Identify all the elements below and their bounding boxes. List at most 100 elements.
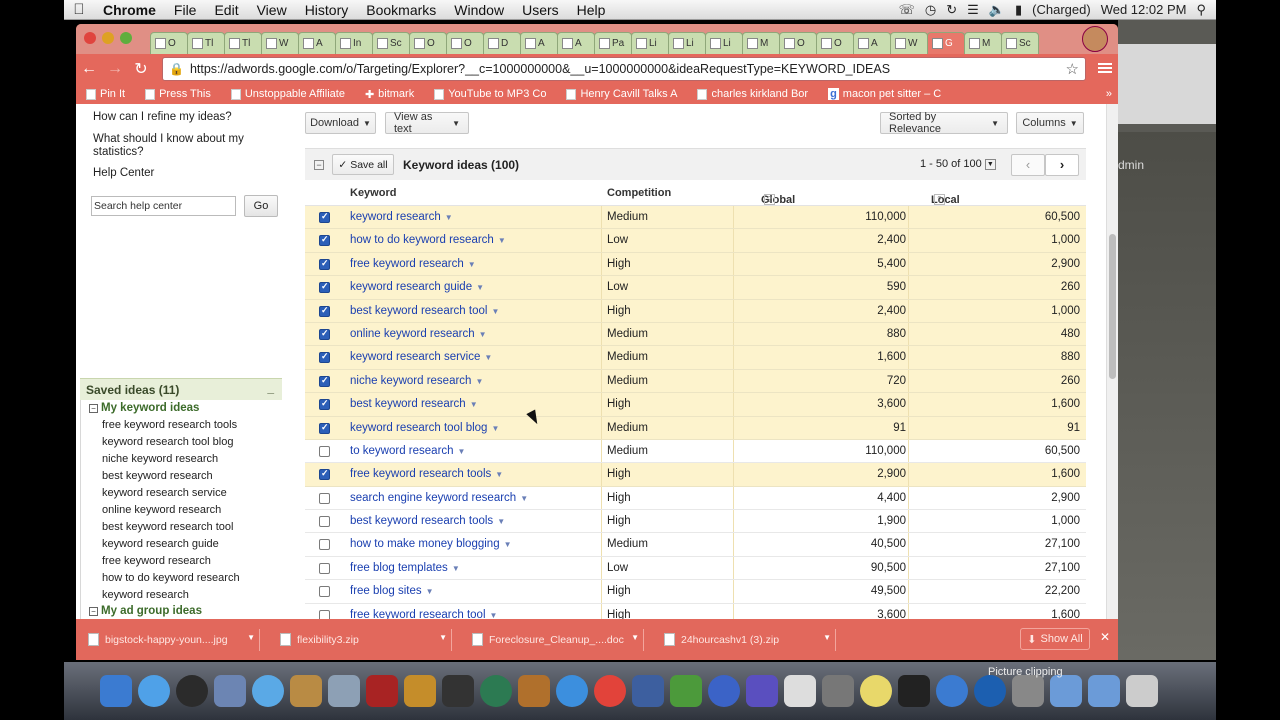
chevron-down-icon[interactable]: ▼ [458, 447, 466, 456]
row-checkbox[interactable] [319, 305, 330, 317]
battery-status[interactable]: (Charged) [1032, 2, 1091, 17]
saved-keyword-item[interactable]: best keyword research [102, 470, 213, 482]
browser-tab[interactable]: In [335, 32, 373, 54]
address-book-icon[interactable] [290, 675, 322, 707]
chevron-down-icon[interactable]: ▼ [247, 633, 255, 642]
browser-tab[interactable]: Sc [1001, 32, 1039, 54]
keyword-link[interactable]: free blog sites ▼ [350, 585, 434, 597]
browser-tab[interactable]: A [520, 32, 558, 54]
bookmark-bitmark[interactable]: ✚ bitmark [355, 88, 424, 101]
keyword-link[interactable]: online keyword research ▼ [350, 328, 487, 340]
reload-icon[interactable]: ↻ [128, 59, 154, 79]
saved-ideas-header[interactable]: Saved ideas (11) _ [80, 378, 282, 400]
browser-tab[interactable]: Sc [372, 32, 410, 54]
chevron-down-icon[interactable]: ▼ [445, 213, 453, 222]
chevron-down-icon[interactable]: ▼ [475, 377, 483, 386]
columns-button[interactable]: Columns ▼ [1016, 112, 1084, 134]
imovie-icon[interactable] [442, 675, 474, 707]
row-checkbox[interactable] [319, 468, 330, 481]
picture-clipping-icon[interactable] [1012, 675, 1044, 707]
spotlight-icon[interactable]: ⚲ [1196, 2, 1206, 18]
download-item[interactable]: flexibility3.zip ▼ [274, 628, 452, 651]
keyword-link[interactable]: best keyword research ▼ [350, 398, 478, 410]
saved-keyword-item[interactable]: niche keyword research [102, 453, 218, 465]
itunes-icon[interactable] [708, 675, 740, 707]
iphoto-icon[interactable] [404, 675, 436, 707]
chevron-down-icon[interactable]: ▼ [504, 540, 512, 549]
browser-tab[interactable]: A [557, 32, 595, 54]
chevron-down-icon[interactable]: ▼ [631, 633, 639, 642]
browser-tab[interactable]: O [779, 32, 817, 54]
scrollbar-thumb[interactable] [1109, 234, 1116, 379]
chevron-down-icon[interactable]: ▼ [520, 494, 528, 503]
mail-icon[interactable] [328, 675, 360, 707]
chrome-icon[interactable] [594, 675, 626, 707]
time-machine-icon[interactable]: ◷ [925, 2, 936, 18]
close-icon[interactable]: ✕ [1100, 630, 1110, 644]
next-page-button[interactable]: › [1045, 154, 1079, 176]
row-checkbox[interactable] [319, 234, 330, 247]
chevron-down-icon[interactable]: ▼ [484, 353, 492, 362]
help-center-link[interactable]: Help Center [93, 167, 154, 180]
preview-icon[interactable] [214, 675, 246, 707]
row-checkbox[interactable] [319, 351, 330, 364]
menu-edit[interactable]: Edit [205, 2, 247, 18]
browser-tab[interactable]: M [964, 32, 1002, 54]
chrome-menu-icon[interactable] [1098, 61, 1112, 75]
zoom-window-button[interactable] [120, 32, 132, 44]
collapse-icon[interactable]: − [89, 606, 98, 616]
back-arrow-icon[interactable]: ← [76, 60, 102, 78]
word-icon[interactable] [632, 675, 664, 707]
help-search-input[interactable]: Search help center [91, 196, 236, 216]
saved-keyword-item[interactable]: free keyword research [102, 555, 211, 567]
browser-tab[interactable]: G [927, 32, 965, 54]
download-item[interactable]: 24hourcashv1 (3).zip ▼ [658, 628, 836, 651]
browser-tab[interactable]: O [150, 32, 188, 54]
dashboard-icon[interactable] [176, 675, 208, 707]
minimize-icon[interactable]: _ [267, 381, 274, 395]
keyword-link[interactable]: niche keyword research ▼ [350, 375, 483, 387]
chevron-down-icon[interactable]: ▼ [426, 587, 434, 596]
bookmark-youtube-mp3[interactable]: YouTube to MP3 Co [424, 88, 556, 100]
keyword-link[interactable]: how to do keyword research ▼ [350, 234, 506, 246]
download-item[interactable]: bigstock-happy-youn....jpg ▼ [82, 628, 260, 651]
page-scrollbar[interactable] [1106, 104, 1118, 619]
browser-tab[interactable]: W [261, 32, 299, 54]
bookmark-press-this[interactable]: Press This [135, 88, 221, 100]
browser-tab[interactable]: M [742, 32, 780, 54]
minimize-window-button[interactable] [102, 32, 114, 44]
keyword-link[interactable]: free keyword research tool ▼ [350, 609, 497, 619]
system-preferences-icon[interactable] [822, 675, 854, 707]
sort-dropdown[interactable]: Sorted by Relevance ▼ [880, 111, 1008, 135]
row-checkbox[interactable] [319, 375, 330, 387]
saved-keyword-item[interactable]: online keyword research [102, 504, 221, 516]
browser-tab[interactable]: O [409, 32, 447, 54]
row-checkbox[interactable] [319, 562, 330, 574]
help-go-button[interactable]: Go [244, 195, 278, 217]
bookmark-macon-pet-sitter[interactable]: g macon pet sitter – C [818, 88, 951, 100]
quicktime-icon[interactable] [974, 675, 1006, 707]
apple-icon[interactable]:  [64, 1, 94, 18]
download-item[interactable]: Foreclosure_Cleanup_....doc ▼ [466, 628, 644, 651]
col-competition[interactable]: Competition [607, 187, 671, 199]
saved-keyword-item[interactable]: free keyword research tools [102, 419, 237, 431]
messages-icon[interactable] [936, 675, 968, 707]
browser-tab[interactable]: O [446, 32, 484, 54]
keyword-link[interactable]: free blog templates ▼ [350, 562, 460, 574]
row-checkbox[interactable] [319, 539, 330, 551]
keyword-link[interactable]: to keyword research ▼ [350, 445, 465, 457]
documents-folder-icon[interactable] [1088, 675, 1120, 707]
facetime-icon[interactable] [252, 675, 284, 707]
photo-booth-icon[interactable] [366, 675, 398, 707]
browser-tab[interactable]: Li [705, 32, 743, 54]
help-icon[interactable]: ? [934, 194, 945, 205]
save-all-button[interactable]: ✓ Save all [332, 154, 394, 175]
help-link-refine[interactable]: How can I refine my ideas? [93, 111, 232, 124]
address-bar[interactable]: 🔒 https://adwords.google.com/o/Targeting… [162, 57, 1086, 81]
menu-users[interactable]: Users [513, 2, 568, 18]
chevron-down-icon[interactable]: ▼ [498, 236, 506, 245]
row-checkbox[interactable] [319, 398, 330, 411]
keyword-link[interactable]: keyword research ▼ [350, 211, 453, 223]
chevron-down-icon[interactable]: ▼ [452, 564, 460, 573]
view-as-text-button[interactable]: View as text ▼ [385, 111, 469, 135]
